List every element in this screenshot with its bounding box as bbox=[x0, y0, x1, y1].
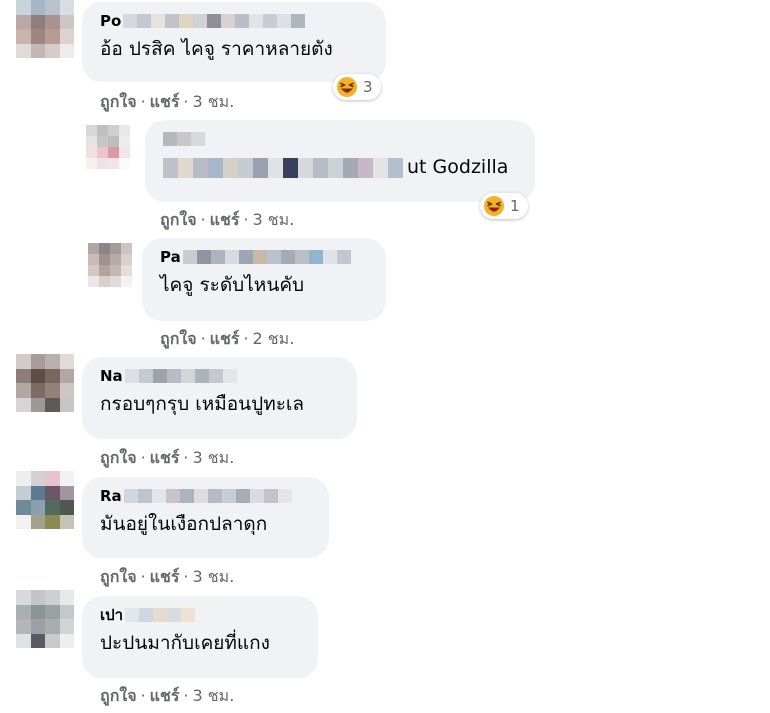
commenter-name[interactable]: Ra bbox=[100, 486, 309, 506]
separator-dot: · bbox=[183, 92, 189, 111]
comment-text: ปะปนมากับเคยที่แกง bbox=[100, 632, 270, 654]
avatar[interactable] bbox=[16, 0, 74, 58]
separator-dot: · bbox=[140, 567, 146, 586]
comment-bubble: เปา ปะปนมากับเคยที่แกง bbox=[82, 596, 318, 678]
comment-bubble: Na กรอบๆกรุบ เหมือนปูทะเล bbox=[82, 357, 357, 439]
share-button[interactable]: แชร์ bbox=[210, 210, 240, 229]
timestamp[interactable]: 3 ชม. bbox=[193, 686, 235, 705]
avatar[interactable] bbox=[16, 590, 74, 648]
reaction-badge[interactable]: 1 bbox=[480, 193, 528, 219]
comment-text: ut Godzilla bbox=[163, 152, 515, 182]
share-button[interactable]: แชร์ bbox=[210, 329, 240, 348]
separator-dot: · bbox=[140, 448, 146, 467]
commenter-name[interactable]: Po bbox=[100, 11, 366, 31]
blurred-name bbox=[123, 14, 306, 28]
like-button[interactable]: ถูกใจ bbox=[160, 210, 197, 229]
reaction-badge[interactable]: 3 bbox=[333, 74, 381, 100]
laughing-emoji-icon bbox=[337, 77, 357, 97]
blurred-name bbox=[182, 250, 351, 264]
blurred-name bbox=[125, 608, 196, 622]
share-button[interactable]: แชร์ bbox=[150, 92, 180, 111]
separator-dot: · bbox=[140, 92, 146, 111]
separator-dot: · bbox=[183, 686, 189, 705]
blurred-name bbox=[123, 489, 292, 503]
blurred-name bbox=[124, 369, 237, 383]
blurred-text bbox=[163, 157, 403, 178]
timestamp[interactable]: 3 ชม. bbox=[193, 92, 235, 111]
separator-dot: · bbox=[243, 329, 249, 348]
reaction-count: 1 bbox=[510, 197, 520, 215]
comment-text: ไคจู ระดับไหนคับ bbox=[160, 274, 305, 296]
timestamp[interactable]: 3 ชม. bbox=[193, 448, 235, 467]
commenter-name[interactable] bbox=[163, 129, 515, 149]
share-button[interactable]: แชร์ bbox=[150, 448, 180, 467]
timestamp[interactable]: 3 ชม. bbox=[253, 210, 295, 229]
laughing-emoji-icon bbox=[484, 196, 504, 216]
like-button[interactable]: ถูกใจ bbox=[100, 448, 137, 467]
comment-text: อ้อ ปรสิค ไคจู ราคาหลายตัง bbox=[100, 38, 333, 60]
comment-bubble: Pa ไคจู ระดับไหนคับ bbox=[142, 238, 386, 321]
timestamp[interactable]: 3 ชม. bbox=[193, 567, 235, 586]
share-button[interactable]: แชร์ bbox=[150, 686, 180, 705]
separator-dot: · bbox=[140, 686, 146, 705]
comment-bubble: Ra มันอยู่ในเงือกปลาดุก bbox=[82, 477, 329, 558]
separator-dot: · bbox=[200, 210, 206, 229]
commenter-name[interactable]: Pa bbox=[160, 247, 366, 267]
comment-bubble: ut Godzilla bbox=[145, 120, 535, 202]
separator-dot: · bbox=[200, 329, 206, 348]
avatar[interactable] bbox=[16, 354, 74, 412]
timestamp[interactable]: 2 ชม. bbox=[253, 329, 295, 348]
commenter-name[interactable]: Na bbox=[100, 366, 337, 386]
like-button[interactable]: ถูกใจ bbox=[100, 92, 137, 111]
blurred-name bbox=[163, 132, 205, 146]
comment-text: มันอยู่ในเงือกปลาดุก bbox=[100, 513, 268, 535]
separator-dot: · bbox=[183, 567, 189, 586]
separator-dot: · bbox=[243, 210, 249, 229]
avatar[interactable] bbox=[86, 125, 130, 169]
avatar[interactable] bbox=[16, 471, 74, 529]
avatar[interactable] bbox=[88, 243, 132, 287]
like-button[interactable]: ถูกใจ bbox=[100, 686, 137, 705]
like-button[interactable]: ถูกใจ bbox=[100, 567, 137, 586]
commenter-name[interactable]: เปา bbox=[100, 605, 298, 625]
comment-text: กรอบๆกรุบ เหมือนปูทะเล bbox=[100, 393, 305, 415]
share-button[interactable]: แชร์ bbox=[150, 567, 180, 586]
separator-dot: · bbox=[183, 448, 189, 467]
like-button[interactable]: ถูกใจ bbox=[160, 329, 197, 348]
reaction-count: 3 bbox=[363, 78, 373, 96]
comment-bubble: Po อ้อ ปรสิค ไคจู ราคาหลายตัง bbox=[82, 2, 386, 82]
